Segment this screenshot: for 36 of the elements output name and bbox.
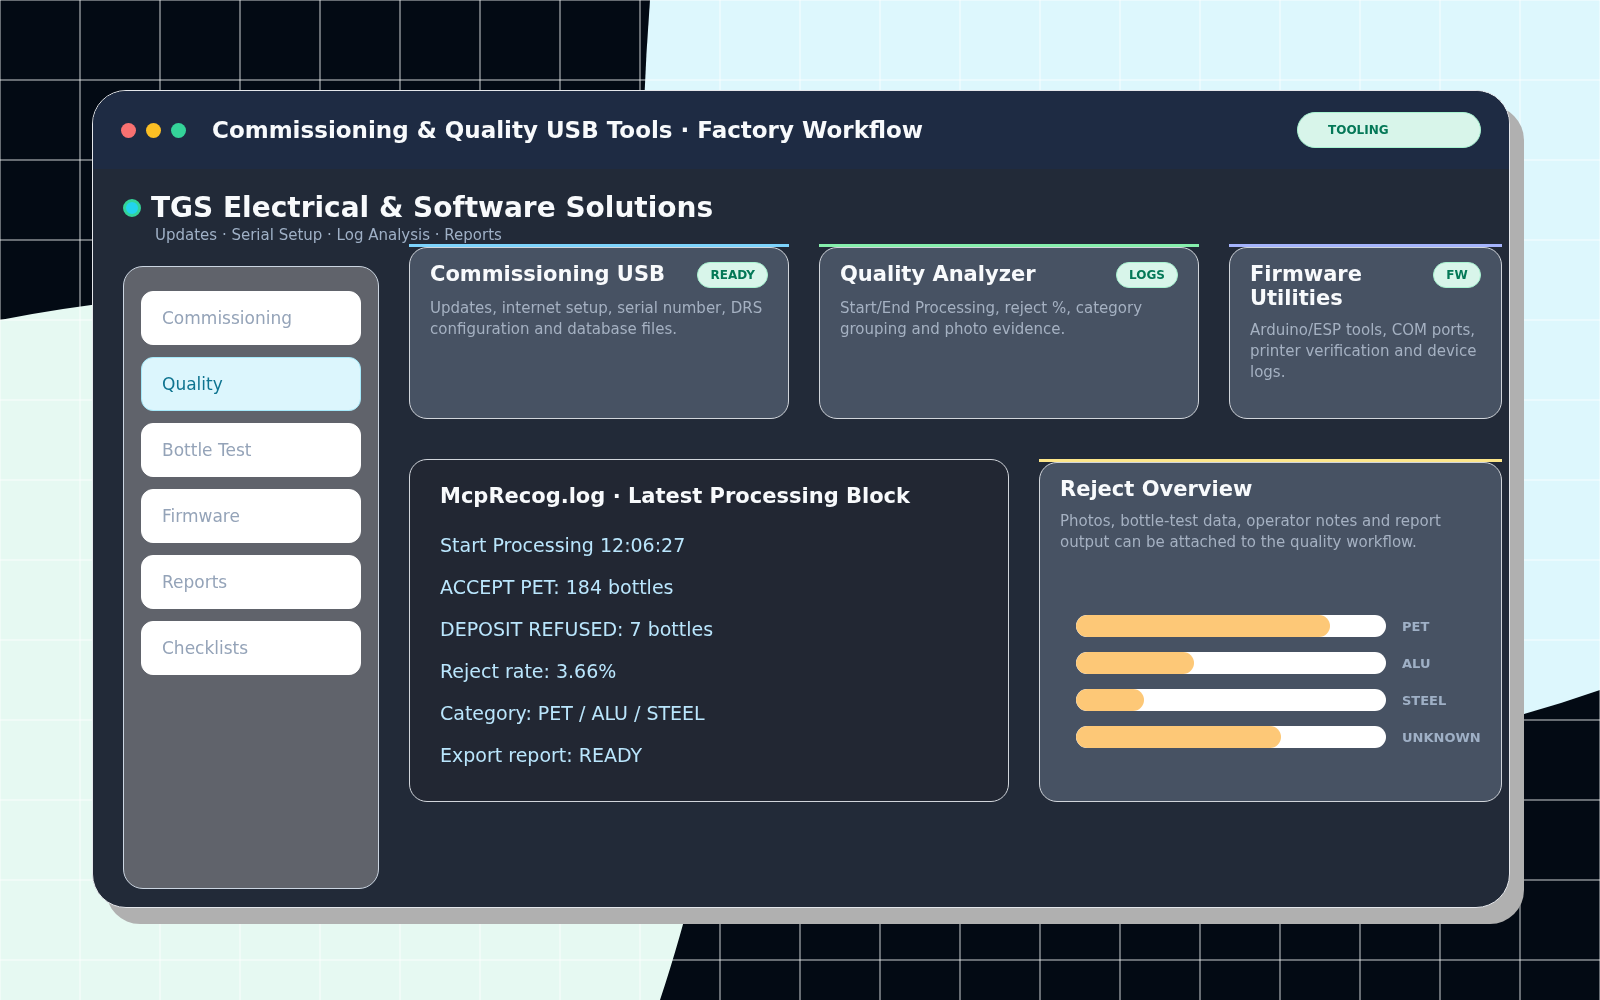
company-title: TGS Electrical & Software Solutions xyxy=(151,191,714,224)
card-description: Arduino/ESP tools, COM ports, printer verification and device logs. xyxy=(1250,320,1478,383)
log-line: ACCEPT PET: 184 bottles xyxy=(440,576,675,598)
card-description: Start/End Processing, reject %, category grouping and photo evidence. xyxy=(840,298,1144,340)
sidebar-item[interactable]: Quality xyxy=(141,357,361,411)
sidebar-item[interactable]: Checklists xyxy=(141,621,361,675)
sidebar-item[interactable]: Reports xyxy=(141,555,361,609)
bar-label: PET xyxy=(1402,618,1430,634)
log-line: Category: PET / ALU / STEEL xyxy=(440,702,706,724)
card-title: Firmware Utilities xyxy=(1250,262,1363,310)
maximize-icon[interactable] xyxy=(171,122,186,138)
sidebar-item[interactable]: Commissioning xyxy=(141,291,361,345)
bar-label: UNKNOWN xyxy=(1402,729,1481,745)
log-line: Export report: READY xyxy=(440,744,644,766)
card-badge: LOGS xyxy=(1116,262,1178,288)
card-badge: FW xyxy=(1433,262,1481,288)
status-badge: TOOLING xyxy=(1297,112,1481,148)
window-title: Commissioning & Quality USB Tools · Factory Workflow xyxy=(212,117,925,143)
sidebar-item[interactable]: Firmware xyxy=(141,489,361,543)
log-line: Reject rate: 3.66% xyxy=(440,660,618,682)
card-description: Photos, bottle-test data, operator notes and report output can be attached to the quality workflow. xyxy=(1060,511,1442,553)
bar-label: ALU xyxy=(1402,655,1431,671)
sidebar-item[interactable]: Bottle Test xyxy=(141,423,361,477)
logo-icon xyxy=(123,198,141,217)
card-description: Updates, internet setup, serial number, DRS configuration and database files. xyxy=(430,298,764,340)
card-title: Reject Overview xyxy=(1060,477,1254,501)
log-title: McpRecog.log · Latest Processing Block xyxy=(440,484,912,508)
bar-label: STEEL xyxy=(1402,692,1447,708)
card-badge: READY xyxy=(697,262,768,288)
subtitle: Updates · Serial Setup · Log Analysis · Reports xyxy=(155,226,503,244)
close-icon[interactable] xyxy=(121,122,136,138)
log-line: Start Processing 12:06:27 xyxy=(440,534,687,556)
card-title: Quality Analyzer xyxy=(840,262,1036,286)
card-title: Commissioning USB xyxy=(430,262,666,286)
minimize-icon[interactable] xyxy=(146,122,161,138)
log-line: DEPOSIT REFUSED: 7 bottles xyxy=(440,618,715,640)
